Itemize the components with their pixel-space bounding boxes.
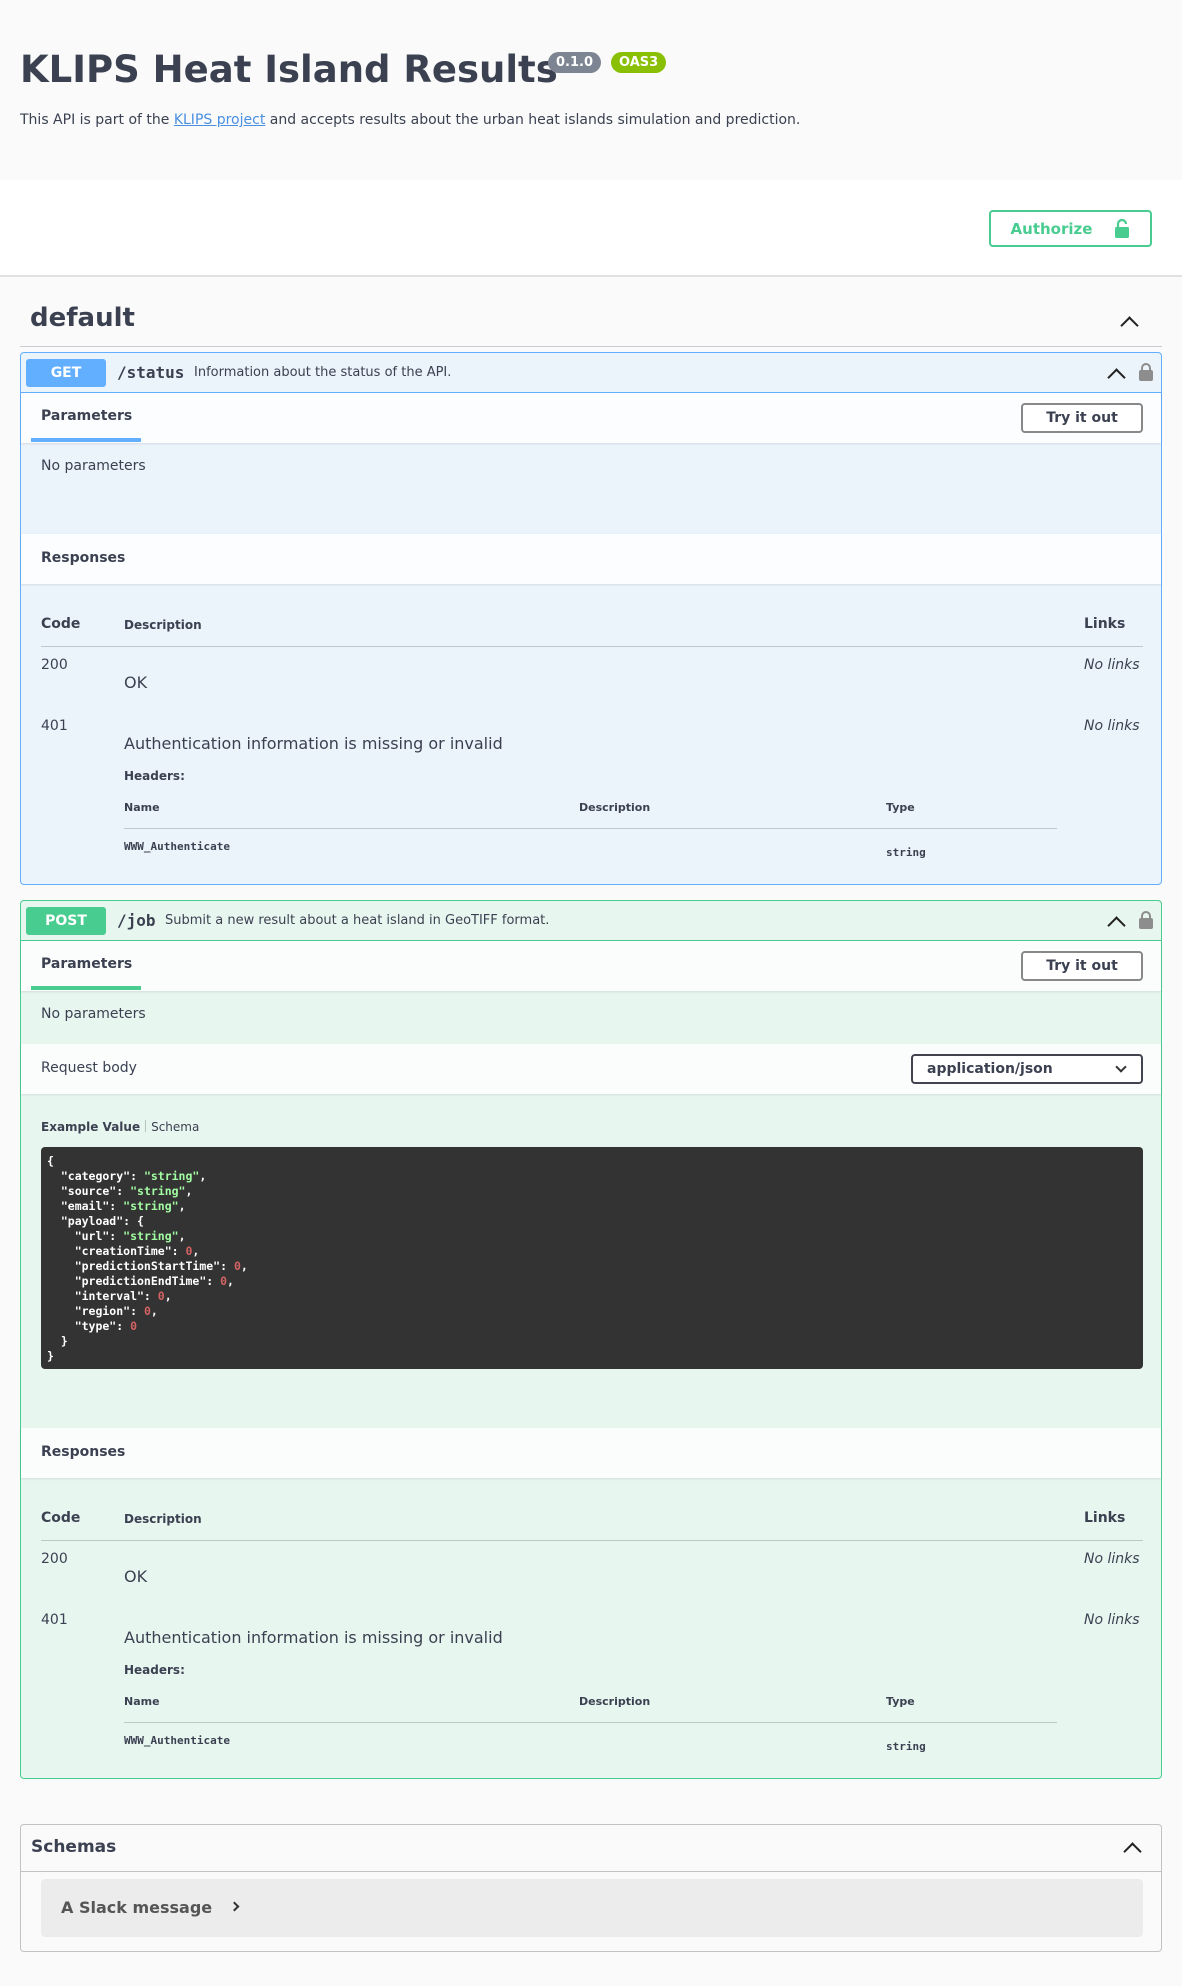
response-description: Authentication information is missing or… bbox=[124, 734, 503, 753]
header-name: WWW_Authenticate bbox=[124, 1734, 230, 1747]
request-body-header: Request body application/json bbox=[21, 1044, 1161, 1094]
divider bbox=[41, 646, 1143, 647]
parameters-header: Parameters Try it out bbox=[21, 393, 1161, 443]
header-col-name: Name bbox=[124, 801, 160, 814]
tab-underline bbox=[31, 438, 141, 442]
operation-summary-text: Submit a new result about a heat island … bbox=[165, 913, 550, 928]
model-name: A Slack message bbox=[61, 1898, 213, 1917]
responses-title: Responses bbox=[41, 1444, 126, 1460]
api-description: This API is part of the KLIPS project an… bbox=[20, 112, 800, 128]
tab-parameters[interactable]: Parameters bbox=[41, 408, 132, 424]
response-description: OK bbox=[124, 1567, 148, 1586]
headers-label: Headers: bbox=[124, 1663, 185, 1677]
tab-parameters[interactable]: Parameters bbox=[41, 956, 132, 972]
col-code: Code bbox=[41, 616, 81, 632]
operation-get-status: GET /status Information about the status… bbox=[20, 352, 1162, 885]
responses-header: Responses bbox=[21, 1428, 1161, 1478]
content-type-value: application/json bbox=[927, 1061, 1053, 1077]
tab-underline bbox=[31, 986, 141, 990]
col-links: Links bbox=[1084, 1510, 1126, 1526]
method-badge: POST bbox=[26, 907, 106, 935]
responses-title: Responses bbox=[41, 550, 126, 566]
response-code: 200 bbox=[41, 657, 68, 673]
responses-header: Responses bbox=[21, 534, 1161, 584]
schema-model[interactable]: A Slack message bbox=[41, 1879, 1143, 1937]
content-type-select[interactable]: application/json bbox=[911, 1054, 1143, 1084]
operation-summary[interactable]: GET /status Information about the status… bbox=[21, 353, 1161, 393]
col-description: Description bbox=[124, 618, 202, 632]
col-code: Code bbox=[41, 1510, 81, 1526]
divider bbox=[41, 1540, 1143, 1541]
divider bbox=[21, 1871, 1161, 1872]
method-badge: GET bbox=[26, 359, 106, 387]
try-it-out-button[interactable]: Try it out bbox=[1021, 403, 1143, 433]
schemas-title[interactable]: Schemas bbox=[31, 1837, 116, 1857]
try-it-out-button[interactable]: Try it out bbox=[1021, 951, 1143, 981]
response-links: No links bbox=[1084, 718, 1140, 734]
description-text-before: This API is part of the bbox=[20, 112, 174, 128]
parameters-header: Parameters Try it out bbox=[21, 941, 1161, 991]
description-text-after: and accepts results about the urban heat… bbox=[265, 112, 801, 128]
tab-schema[interactable]: Schema bbox=[151, 1120, 199, 1134]
response-code: 401 bbox=[41, 1612, 68, 1628]
tag-section-default[interactable]: default bbox=[20, 295, 1162, 347]
chevron-up-icon[interactable] bbox=[1107, 913, 1123, 929]
operation-post-job: POST /job Submit a new result about a he… bbox=[20, 900, 1162, 1779]
response-description: OK bbox=[124, 673, 148, 692]
klips-project-link[interactable]: KLIPS project bbox=[174, 112, 265, 128]
tab-example-value[interactable]: Example Value bbox=[41, 1120, 140, 1134]
response-code: 401 bbox=[41, 718, 68, 734]
example-tabs: Example Value Schema bbox=[41, 1120, 199, 1134]
unlock-icon bbox=[1115, 218, 1130, 238]
auth-bar: Authorize bbox=[0, 180, 1182, 277]
header-col-description: Description bbox=[579, 801, 651, 814]
operation-path: /job bbox=[117, 911, 156, 930]
response-code: 200 bbox=[41, 1551, 68, 1567]
api-title: KLIPS Heat Island Results bbox=[20, 48, 558, 91]
request-body-label: Request body bbox=[41, 1060, 137, 1076]
chevron-up-icon[interactable] bbox=[1107, 365, 1123, 381]
response-links: No links bbox=[1084, 1612, 1140, 1628]
header-col-name: Name bbox=[124, 1695, 160, 1708]
chevron-up-icon[interactable] bbox=[1123, 1839, 1139, 1855]
authorize-button[interactable]: Authorize bbox=[989, 210, 1152, 247]
example-value-code: { "category": "string", "source": "strin… bbox=[41, 1147, 1143, 1369]
header-type: string bbox=[886, 1740, 926, 1753]
chevron-down-icon bbox=[1115, 1061, 1127, 1073]
header-col-type: Type bbox=[886, 1695, 915, 1708]
chevron-right-icon bbox=[229, 1901, 240, 1912]
response-links: No links bbox=[1084, 657, 1140, 673]
schemas-section: Schemas A Slack message bbox=[20, 1824, 1162, 1952]
info-header: KLIPS Heat Island Results 0.1.0 OAS3 Thi… bbox=[0, 0, 1182, 180]
divider bbox=[124, 828, 1057, 829]
oas-badge: OAS3 bbox=[611, 52, 667, 73]
no-parameters-text: No parameters bbox=[41, 1006, 146, 1022]
response-links: No links bbox=[1084, 1551, 1140, 1567]
divider bbox=[124, 1722, 1057, 1723]
no-parameters-text: No parameters bbox=[41, 458, 146, 474]
lock-icon[interactable] bbox=[1139, 363, 1153, 381]
authorize-label: Authorize bbox=[1010, 219, 1093, 238]
lock-icon[interactable] bbox=[1139, 911, 1153, 929]
header-type: string bbox=[886, 846, 926, 859]
col-links: Links bbox=[1084, 616, 1126, 632]
operation-summary[interactable]: POST /job Submit a new result about a he… bbox=[21, 901, 1161, 941]
header-col-type: Type bbox=[886, 801, 915, 814]
col-description: Description bbox=[124, 1512, 202, 1526]
operation-summary-text: Information about the status of the API. bbox=[194, 365, 452, 380]
tag-name: default bbox=[30, 303, 135, 333]
operation-path: /status bbox=[117, 363, 185, 382]
chevron-up-icon[interactable] bbox=[1120, 313, 1136, 329]
headers-label: Headers: bbox=[124, 769, 185, 783]
header-name: WWW_Authenticate bbox=[124, 840, 230, 853]
response-description: Authentication information is missing or… bbox=[124, 1628, 503, 1647]
header-col-description: Description bbox=[579, 1695, 651, 1708]
version-badge: 0.1.0 bbox=[548, 52, 602, 73]
